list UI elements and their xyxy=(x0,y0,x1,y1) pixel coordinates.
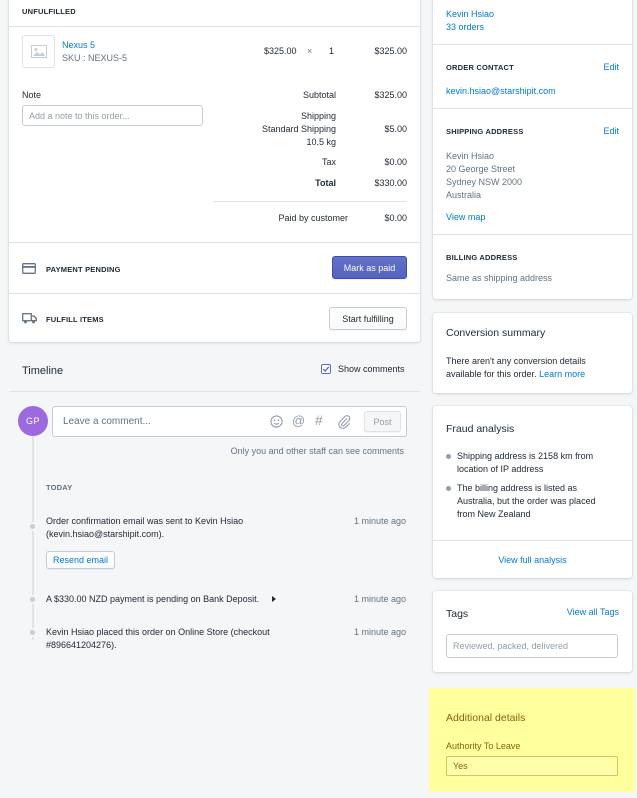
fraud-title: Fraud analysis xyxy=(446,423,515,435)
comment-box[interactable]: Leave a comment... @ # Post xyxy=(52,406,407,437)
emoji-icon[interactable] xyxy=(270,415,283,428)
mention-icon[interactable]: @ xyxy=(292,413,305,428)
post-button[interactable]: Post xyxy=(364,411,401,432)
event-time: 1 minute ago xyxy=(353,594,406,604)
billing-address-label: BILLING ADDRESS xyxy=(446,253,518,262)
order-card: UNFULFILLED Nexus 5 SKU : NEXUS-5 $325.0… xyxy=(9,0,420,342)
truck-icon xyxy=(22,313,37,326)
fulfill-items-label: FULFILL ITEMS xyxy=(46,315,104,324)
product-name-link[interactable]: Nexus 5 xyxy=(62,40,95,50)
today-label: TODAY xyxy=(46,483,73,492)
show-comments-label[interactable]: Show comments xyxy=(338,364,405,374)
paid-label: Paid by customer xyxy=(278,213,348,223)
paid-value: $0.00 xyxy=(384,213,407,223)
shipping-weight: 10.5 kg xyxy=(306,137,336,147)
tags-card: Tags View all Tags Reviewed, packed, del… xyxy=(433,591,632,672)
address-line: 20 George Street xyxy=(446,164,516,174)
check-icon xyxy=(322,366,330,372)
conversion-card: Conversion summary There aren't any conv… xyxy=(433,313,632,393)
event-text: Kevin Hsiao placed this order on Online … xyxy=(46,627,270,637)
mark-as-paid-button[interactable]: Mark as paid xyxy=(332,256,407,279)
fraud-text: The billing address is listed as xyxy=(457,483,578,493)
attachment-icon[interactable] xyxy=(337,414,351,429)
event-time: 1 minute ago xyxy=(353,516,406,526)
timeline-title: Timeline xyxy=(22,365,64,377)
authority-to-leave-field[interactable]: Yes xyxy=(446,756,618,776)
event-text: A $330.00 NZD payment is pending on Bank… xyxy=(46,594,260,604)
resend-email-button[interactable]: Resend email xyxy=(46,551,115,569)
conversion-text: available for this order. Learn more xyxy=(446,369,586,379)
fraud-text: location of IP address xyxy=(457,464,544,474)
total-value: $330.00 xyxy=(374,178,407,188)
additional-details-title: Additional details xyxy=(446,712,526,724)
staff-note: Only you and other staff can see comment… xyxy=(230,446,404,456)
payment-pending-label: PAYMENT PENDING xyxy=(46,265,121,274)
timeline-dot xyxy=(28,628,37,637)
address-line: Kevin Hsiao xyxy=(446,151,495,161)
address-line: Australia xyxy=(446,190,482,200)
timeline-dot xyxy=(28,522,37,531)
avatar: GP xyxy=(18,406,48,436)
show-comments-checkbox[interactable] xyxy=(321,364,331,374)
times-sign: × xyxy=(307,46,313,56)
shipping-value: $5.00 xyxy=(384,124,407,134)
shipping-method: Standard Shipping xyxy=(261,124,336,134)
fraud-card: Fraud analysis Shipping address is 2158 … xyxy=(433,406,632,578)
bullet-icon xyxy=(446,486,451,491)
shipping-address-label: SHIPPING ADDRESS xyxy=(446,127,524,136)
learn-more-link[interactable]: Learn more xyxy=(539,369,585,379)
subtotal-label: Subtotal xyxy=(302,90,336,100)
fraud-text: Shipping address is 2158 km from xyxy=(457,451,594,461)
fraud-text: from New Zealand xyxy=(457,509,531,519)
customer-name-link[interactable]: Kevin Hsiao xyxy=(446,9,494,19)
address-line: Sydney NSW 2000 xyxy=(446,177,523,187)
customer-email-link[interactable]: kevin.hsiao@starshipit.com xyxy=(446,86,556,96)
hashtag-icon[interactable]: # xyxy=(315,412,323,428)
view-map-link[interactable]: View map xyxy=(446,212,485,222)
tags-title: Tags xyxy=(446,608,469,620)
item-total: $325.00 xyxy=(374,46,407,56)
event-text: Order confirmation email was sent to Kev… xyxy=(46,516,244,526)
fraud-text: Australia, but the order was placed xyxy=(457,496,596,506)
product-image-icon xyxy=(22,35,55,68)
expand-triangle-icon[interactable] xyxy=(272,596,276,602)
item-price: $325.00 xyxy=(264,46,297,56)
note-label: Note xyxy=(22,90,42,100)
conversion-title: Conversion summary xyxy=(446,327,546,339)
note-input[interactable]: Add a note to this order... xyxy=(22,105,203,126)
total-label: Total xyxy=(315,178,336,188)
order-contact-label: ORDER CONTACT xyxy=(446,63,514,72)
tax-label: Tax xyxy=(321,157,336,167)
view-full-analysis-link[interactable]: View full analysis xyxy=(433,555,632,565)
comment-input[interactable]: Leave a comment... xyxy=(63,416,151,427)
additional-details-card: Additional details Authority To Leave Ye… xyxy=(429,688,635,792)
tax-value: $0.00 xyxy=(384,157,407,167)
subtotal-value: $325.00 xyxy=(374,90,407,100)
conversion-text: There aren't any conversion details xyxy=(446,356,586,366)
event-text: #896641204276). xyxy=(46,640,117,650)
item-qty: 1 xyxy=(329,46,335,56)
authority-to-leave-label: Authority To Leave xyxy=(446,741,521,751)
edit-shipping-link[interactable]: Edit xyxy=(603,126,619,136)
shipping-label: Shipping xyxy=(300,111,336,121)
start-fulfilling-button[interactable]: Start fulfilling xyxy=(329,307,407,330)
timeline-dot xyxy=(28,595,37,604)
payment-icon xyxy=(22,263,36,276)
event-text: (kevin.hsiao@starshipit.com). xyxy=(46,529,165,539)
unfulfilled-label: UNFULFILLED xyxy=(22,7,76,16)
timeline-line xyxy=(32,430,34,640)
product-sku: SKU : NEXUS-5 xyxy=(62,53,128,63)
customer-card: Kevin Hsiao 33 orders ORDER CONTACT Edit… xyxy=(433,0,632,299)
customer-orders-link[interactable]: 33 orders xyxy=(446,22,484,32)
view-all-tags-link[interactable]: View all Tags xyxy=(567,607,619,617)
event-time: 1 minute ago xyxy=(353,627,406,637)
bullet-icon xyxy=(446,454,451,459)
billing-address-value: Same as shipping address xyxy=(446,273,553,283)
tags-input[interactable]: Reviewed, packed, delivered xyxy=(446,634,618,658)
edit-contact-link[interactable]: Edit xyxy=(603,62,619,72)
